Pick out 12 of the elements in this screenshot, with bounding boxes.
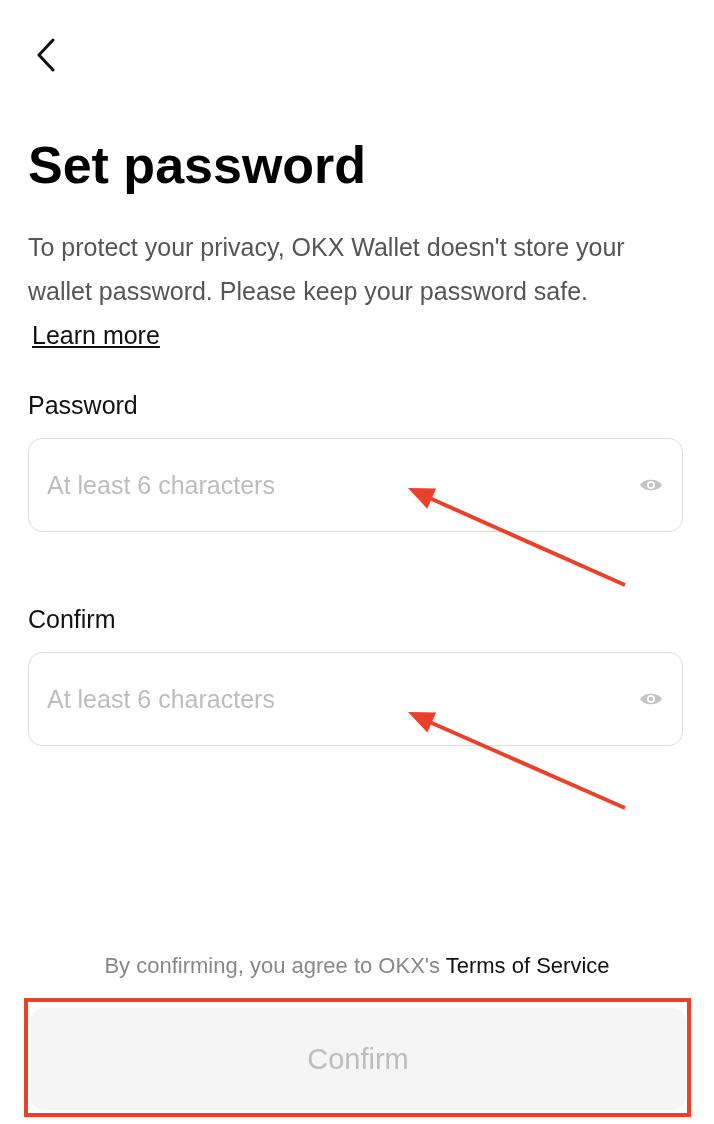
field-label: Confirm [28, 604, 117, 635]
password-field[interactable]: At least 6 characters [28, 438, 683, 532]
learn-more-link[interactable]: Learn more [32, 321, 160, 349]
eye-icon[interactable] [639, 691, 663, 707]
terms-of-service-link[interactable]: Terms of Service [445, 953, 610, 978]
back-icon[interactable] [36, 38, 56, 72]
description-text: To protect your privacy, OKX Wallet doesn't store your wallet password. Please keep your password safe. Learn more [28, 232, 626, 351]
field-label: Password [28, 390, 139, 421]
page-title: Set password [28, 135, 368, 196]
password-field[interactable]: At least 6 characters [28, 652, 683, 746]
terms-text: By confirming, you agree to OKX's Terms of Service [103, 952, 611, 980]
eye-icon[interactable] [639, 477, 663, 493]
